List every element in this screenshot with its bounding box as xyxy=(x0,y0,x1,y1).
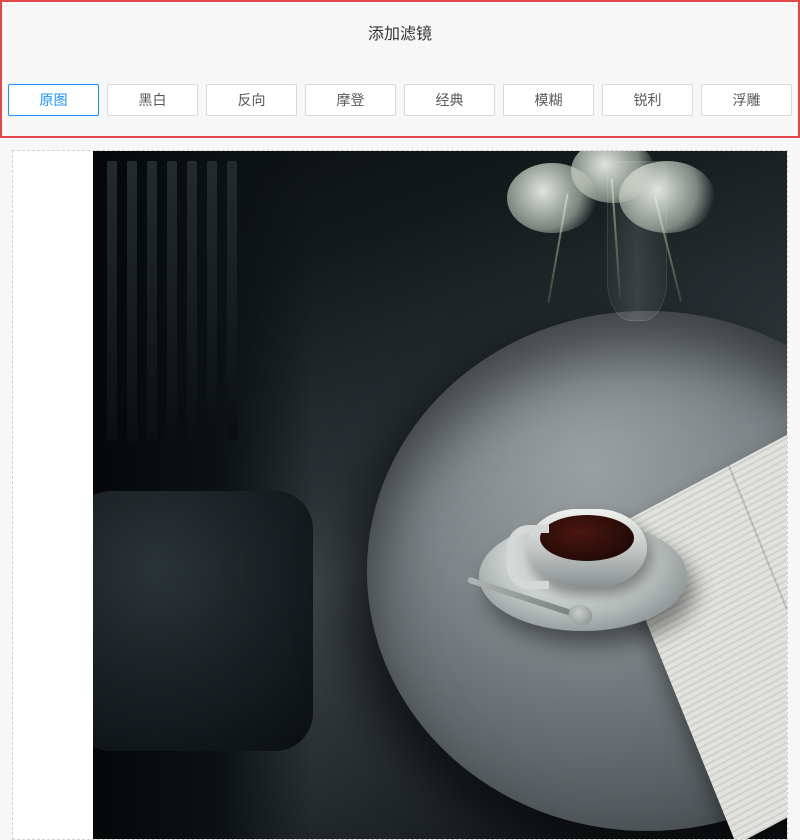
filter-classic-button[interactable]: 经典 xyxy=(404,84,495,116)
filter-blur-button[interactable]: 模糊 xyxy=(503,84,594,116)
filter-sharpen-button[interactable]: 锐利 xyxy=(602,84,693,116)
filter-invert-button[interactable]: 反向 xyxy=(206,84,297,116)
scene-cup xyxy=(527,509,647,587)
panel-title: 添加滤镜 xyxy=(2,20,798,44)
filter-panel: 添加滤镜 原图 黑白 反向 摩登 经典 模糊 锐利 浮雕 xyxy=(0,0,800,138)
preview-margin xyxy=(13,151,93,839)
scene-flowers xyxy=(507,151,717,261)
scene-chair-slats xyxy=(107,161,237,441)
filter-button-row: 原图 黑白 反向 摩登 经典 模糊 锐利 浮雕 xyxy=(2,84,798,116)
filter-modern-button[interactable]: 摩登 xyxy=(305,84,396,116)
filter-original-button[interactable]: 原图 xyxy=(8,84,99,116)
preview-image[interactable] xyxy=(93,151,787,839)
scene-cushion xyxy=(93,491,313,751)
filter-bw-button[interactable]: 黑白 xyxy=(107,84,198,116)
image-preview-container xyxy=(12,150,788,840)
filter-emboss-button[interactable]: 浮雕 xyxy=(701,84,792,116)
